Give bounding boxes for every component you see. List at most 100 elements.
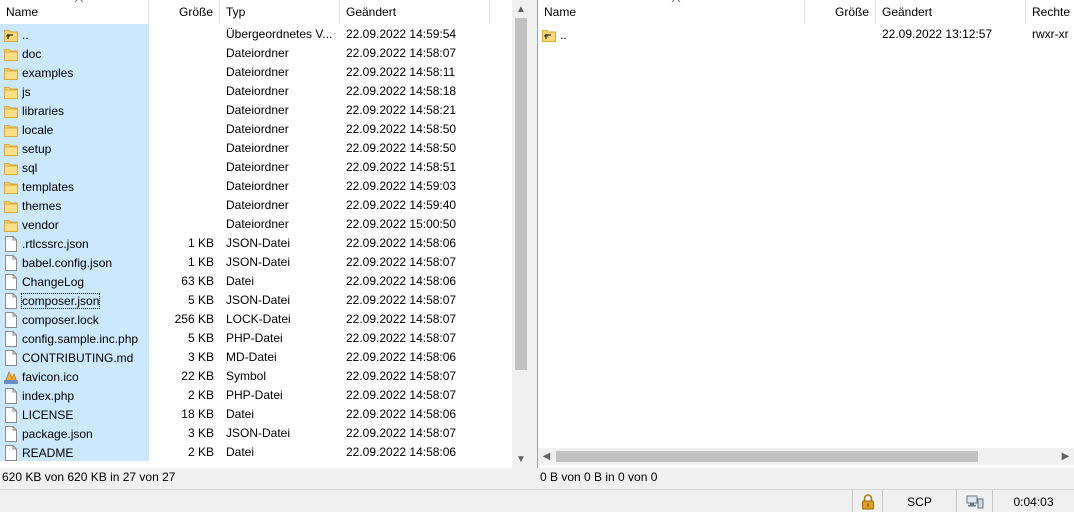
- file-row-doc[interactable]: doc Dateiordner 22.09.2022 14:58:07: [0, 43, 490, 62]
- remote-horizontal-scrollbar[interactable]: ◀ ▶: [538, 448, 1074, 465]
- remote-column-changed[interactable]: Geändert: [876, 0, 1026, 24]
- remote-column-size-label: Größe: [834, 5, 869, 19]
- column-changed[interactable]: Geändert: [340, 0, 490, 24]
- row-size: 63 KB: [181, 274, 214, 288]
- file-row-changelog[interactable]: ChangeLog 63 KB Datei 22.09.2022 14:58:06: [0, 271, 490, 290]
- column-size[interactable]: Größe: [149, 0, 220, 24]
- row-type: Dateiordner: [226, 217, 289, 231]
- row-name: config.sample.inc.php: [0, 328, 149, 347]
- file-row-locale[interactable]: locale Dateiordner 22.09.2022 14:58:50: [0, 119, 490, 138]
- row-name: package.json: [0, 423, 149, 442]
- file-row-sql[interactable]: sql Dateiordner 22.09.2022 14:58:51: [0, 157, 490, 176]
- lock-icon: [861, 493, 874, 509]
- remote-column-size[interactable]: Größe: [805, 0, 876, 24]
- row-type: Übergeordnetes V...: [226, 27, 333, 41]
- file-icon: [4, 331, 18, 347]
- file-icon: [4, 426, 18, 442]
- row-name: locale: [0, 119, 149, 138]
- file-row-templates[interactable]: templates Dateiordner 22.09.2022 14:59:03: [0, 176, 490, 195]
- row-name: examples: [0, 62, 149, 81]
- file-row-composer-json[interactable]: composer.json 5 KB JSON-Datei 22.09.2022 14…: [0, 290, 490, 309]
- row-type: JSON-Datei: [226, 426, 291, 440]
- file-row-config-sample-inc-php[interactable]: config.sample.inc.php 5 KB PHP-Datei 22.09.…: [0, 328, 490, 347]
- row-name: js: [0, 81, 149, 100]
- folder-icon: [4, 84, 18, 100]
- favicon-icon: [4, 369, 18, 385]
- row-name-label: themes: [22, 199, 62, 213]
- row-size: [149, 43, 220, 62]
- file-icon: [4, 274, 18, 290]
- row-size: 18 KB: [181, 407, 214, 421]
- row-changed: 22.09.2022 14:58:06: [346, 350, 457, 364]
- file-icon: [4, 293, 18, 309]
- row-changed: 22.09.2022 14:58:07: [346, 293, 457, 307]
- row-changed: 22.09.2022 14:58:07: [346, 255, 457, 269]
- file-row-readme[interactable]: README 2 KB Datei 22.09.2022 14:58:06: [0, 442, 490, 461]
- file-row-js[interactable]: js Dateiordner 22.09.2022 14:58:18: [0, 81, 490, 100]
- protocol-indicator: SCP: [882, 490, 956, 512]
- local-status-text: 620 KB von 620 KB in 27 von 27: [2, 470, 176, 484]
- file-row-parent[interactable]: .. Übergeordnetes V... 22.09.2022 14:59:54: [0, 24, 490, 43]
- file-row-composer-lock[interactable]: composer.lock 256 KB LOCK-Datei 22.09.2022 …: [0, 309, 490, 328]
- row-name-label: index.php: [22, 389, 75, 403]
- scroll-down-icon[interactable]: ▼: [512, 450, 530, 468]
- row-changed: 22.09.2022 14:58:18: [346, 84, 457, 98]
- row-changed: 22.09.2022 14:58:07: [346, 388, 457, 402]
- file-icon: [4, 407, 18, 423]
- queue-indicator[interactable]: [956, 490, 992, 512]
- column-type-label: Typ: [226, 5, 246, 19]
- row-size: [149, 24, 220, 43]
- file-row-babel-config-json[interactable]: babel.config.json 1 KB JSON-Datei 22.09.202…: [0, 252, 490, 271]
- row-name: templates: [0, 176, 149, 195]
- row-name-label: ChangeLog: [22, 275, 85, 289]
- row-name: ChangeLog: [0, 271, 149, 290]
- row-name-label: libraries: [22, 104, 65, 118]
- row-name-label: locale: [22, 123, 54, 137]
- file-row-index-php[interactable]: index.php 2 KB PHP-Datei 22.09.2022 14:58:0…: [0, 385, 490, 404]
- remote-column-rights[interactable]: Rechte: [1026, 0, 1074, 24]
- file-row-rtlcssrc-json[interactable]: .rtlcssrc.json 1 KB JSON-Datei 22.09.2022 1…: [0, 233, 490, 252]
- row-changed: 22.09.2022 14:58:11: [346, 65, 456, 79]
- file-row-libraries[interactable]: libraries Dateiordner 22.09.2022 14:58:21: [0, 100, 490, 119]
- folder-icon: [4, 46, 18, 62]
- encryption-indicator[interactable]: [852, 490, 882, 512]
- scroll-left-icon[interactable]: ◀: [538, 448, 555, 465]
- computer-network-icon: [966, 495, 983, 508]
- file-row-favicon-ico[interactable]: favicon.ico 22 KB Symbol 22.09.2022 14:58:0…: [0, 366, 490, 385]
- remote-row-parent[interactable]: .. 22.09.2022 13:12:57 rwxr-xr: [538, 24, 1074, 43]
- file-row-license[interactable]: LICENSE 18 KB Datei 22.09.2022 14:58:06: [0, 404, 490, 423]
- file-row-themes[interactable]: themes Dateiordner 22.09.2022 14:59:40: [0, 195, 490, 214]
- file-row-setup[interactable]: setup Dateiordner 22.09.2022 14:58:50: [0, 138, 490, 157]
- file-row-package-json[interactable]: package.json 3 KB JSON-Datei 22.09.2022 14:…: [0, 423, 490, 442]
- row-name: CONTRIBUTING.md: [0, 347, 149, 366]
- scroll-thumb[interactable]: [556, 451, 978, 462]
- remote-column-name[interactable]: Name: [538, 0, 805, 24]
- file-row-contributing-md[interactable]: CONTRIBUTING.md 3 KB MD-Datei 22.09.2022 14…: [0, 347, 490, 366]
- scroll-thumb[interactable]: [515, 18, 527, 370]
- row-name-label: ..: [22, 28, 29, 42]
- row-name-label: .rtlcssrc.json: [22, 237, 89, 251]
- parent-folder-icon: [542, 27, 556, 43]
- row-size: 256 KB: [174, 312, 214, 326]
- sort-up-icon: [671, 0, 681, 3]
- file-row-examples[interactable]: examples Dateiordner 22.09.2022 14:58:11: [0, 62, 490, 81]
- row-size: [805, 24, 876, 43]
- row-name-label: ..: [560, 28, 567, 42]
- row-changed: 22.09.2022 14:58:50: [346, 141, 457, 155]
- remote-column-changed-label: Geändert: [882, 5, 933, 19]
- file-row-vendor[interactable]: vendor Dateiordner 22.09.2022 15:00:50: [0, 214, 490, 233]
- row-type: Datei: [226, 274, 255, 288]
- folder-icon: [4, 179, 18, 195]
- row-name-label: favicon.ico: [22, 370, 79, 384]
- column-name[interactable]: Name: [0, 0, 149, 24]
- local-column-header: Name Größe Typ Geändert: [0, 0, 490, 24]
- scroll-right-icon[interactable]: ▶: [1057, 448, 1074, 465]
- row-name: ..: [0, 24, 149, 43]
- row-size: [149, 214, 220, 233]
- scroll-up-icon[interactable]: ▲: [512, 0, 530, 18]
- local-vertical-scrollbar[interactable]: ▲ ▼: [512, 0, 530, 468]
- row-name: doc: [0, 43, 149, 62]
- row-changed: 22.09.2022 13:12:57: [882, 27, 993, 41]
- column-type[interactable]: Typ: [220, 0, 340, 24]
- row-type: Dateiordner: [226, 160, 289, 174]
